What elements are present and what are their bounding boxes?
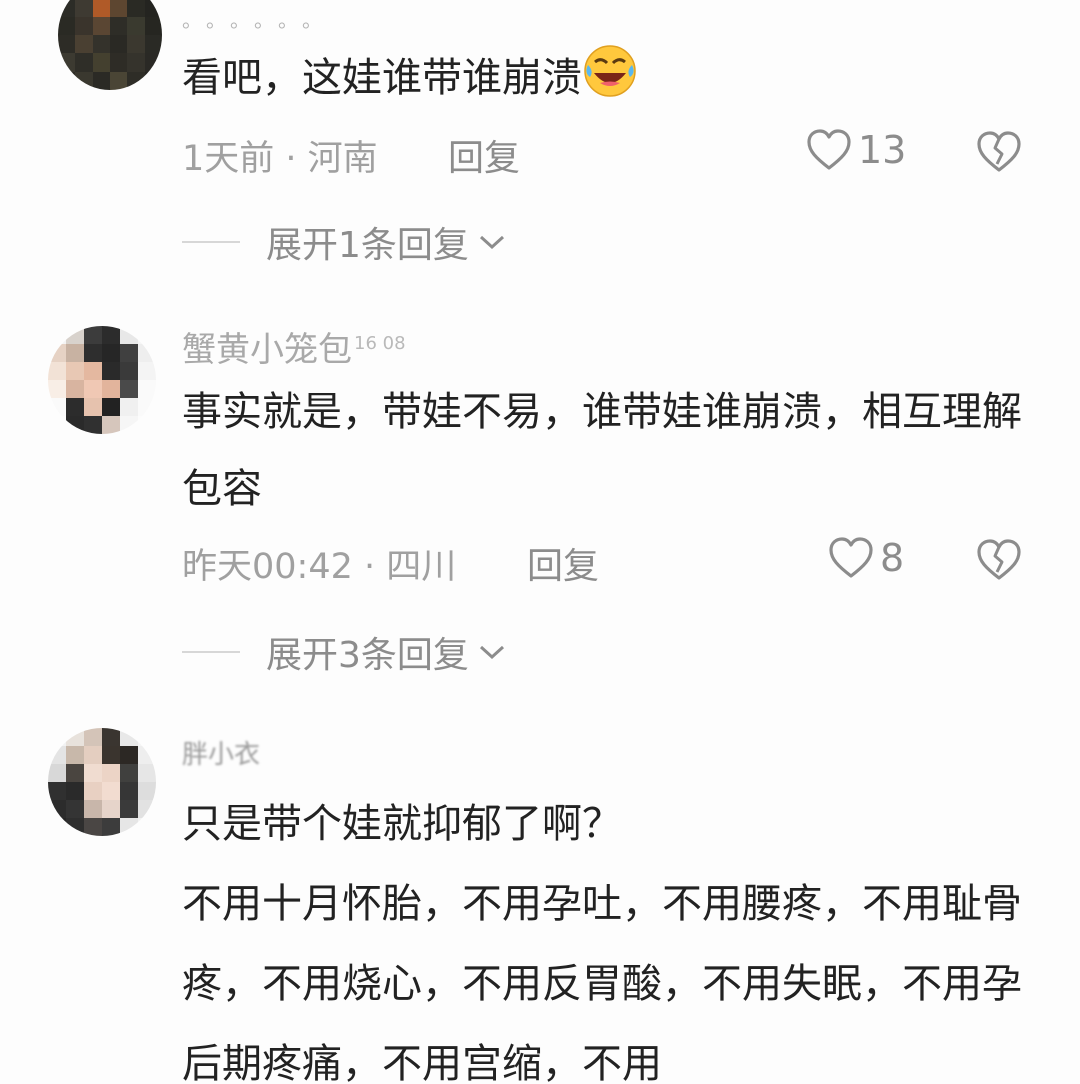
username-suffix: 16 08 bbox=[354, 332, 406, 354]
username-text: 蟹黄小笼包 bbox=[182, 330, 352, 370]
dislike-button[interactable] bbox=[976, 538, 1022, 586]
heart-icon bbox=[829, 537, 873, 578]
dislike-button[interactable] bbox=[976, 130, 1022, 178]
comment-text: 事实就是，带娃不易，谁带娃谁崩溃，相互理解包容 bbox=[182, 389, 1022, 512]
avatar[interactable] bbox=[58, 0, 162, 90]
broken-heart-icon bbox=[977, 131, 1021, 172]
comment-text: 看吧，这娃谁带谁崩溃 bbox=[182, 40, 1042, 117]
divider bbox=[182, 651, 240, 653]
expand-replies-button[interactable]: 展开3条回复 bbox=[182, 626, 509, 678]
broken-heart-icon bbox=[977, 539, 1021, 580]
chevron-down-icon bbox=[479, 235, 504, 250]
like-button[interactable]: 13 bbox=[806, 128, 906, 172]
heart-icon bbox=[807, 129, 851, 170]
divider bbox=[182, 241, 240, 243]
username[interactable]: 。。。。。。 bbox=[182, 4, 336, 33]
expand-replies-label: 展开3条回复 bbox=[266, 635, 469, 676]
username[interactable]: 蟹黄小笼包 16 08 bbox=[182, 322, 406, 371]
username[interactable]: 胖小衣 bbox=[182, 734, 260, 771]
like-count: 8 bbox=[880, 536, 905, 580]
like-count: 13 bbox=[858, 128, 907, 172]
avatar[interactable] bbox=[48, 326, 156, 434]
avatar[interactable] bbox=[48, 728, 156, 836]
expand-replies-button[interactable]: 展开1条回复 bbox=[182, 216, 509, 268]
like-button[interactable]: 8 bbox=[828, 536, 904, 580]
comment-meta: 1天前 · 河南 bbox=[182, 139, 378, 179]
laughing-face-emoji-icon bbox=[582, 43, 638, 99]
reply-button[interactable]: 回复 bbox=[527, 537, 599, 589]
comment-meta: 昨天00:42 · 四川 bbox=[182, 547, 457, 587]
chevron-down-icon bbox=[479, 645, 504, 660]
comment-text: 只是带个娃就抑郁了啊？ 不用十月怀胎，不用孕吐，不用腰疼，不用耻骨疼，不用烧心，… bbox=[182, 801, 1022, 1084]
comment-text-content: 看吧，这娃谁带谁崩溃 bbox=[182, 55, 582, 101]
expand-replies-label: 展开1条回复 bbox=[266, 225, 469, 266]
reply-button[interactable]: 回复 bbox=[448, 129, 520, 181]
